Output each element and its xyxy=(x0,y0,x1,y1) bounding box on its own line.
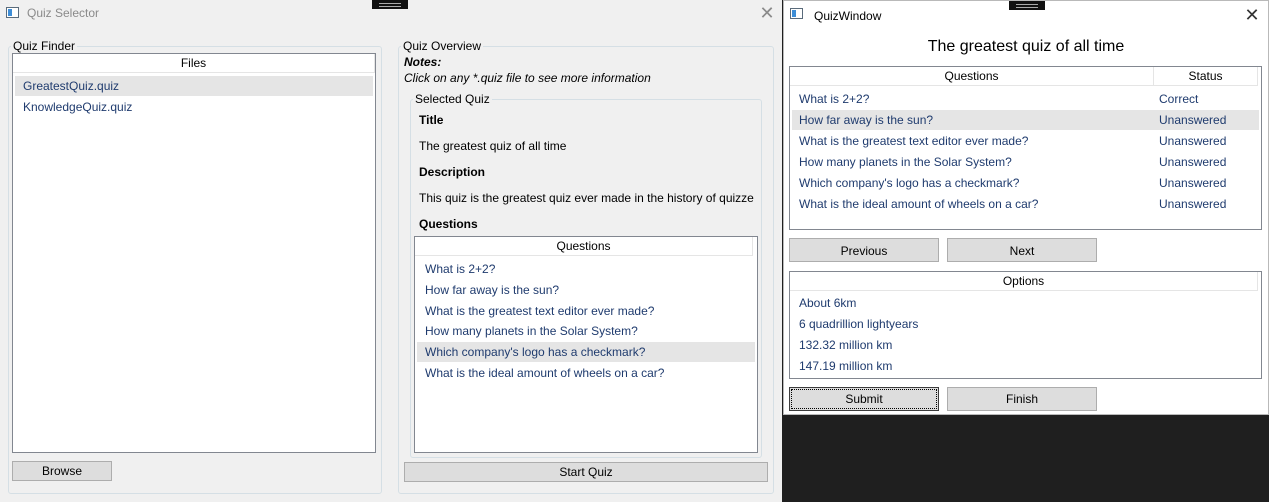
question-cell: How many planets in the Solar System? xyxy=(799,155,1012,169)
options-list[interactable]: Options About 6km 6 quadrillion lightyea… xyxy=(789,271,1262,379)
status-column-header[interactable]: Status xyxy=(1154,67,1258,86)
quiz-overview-legend: Quiz Overview xyxy=(403,39,482,53)
questions-label: Questions xyxy=(419,217,478,231)
question-cell: What is 2+2? xyxy=(799,92,870,106)
notes-label: Notes: xyxy=(404,55,442,69)
close-icon[interactable]: ✕ xyxy=(1242,5,1262,25)
question-item[interactable]: What is the ideal amount of wheels on a … xyxy=(417,363,755,383)
question-item-label: How many planets in the Solar System? xyxy=(425,324,638,338)
questions-column-header[interactable]: Questions xyxy=(790,67,1154,86)
file-item-label: KnowledgeQuiz.quiz xyxy=(23,100,133,114)
status-cell: Unanswered xyxy=(1159,113,1227,127)
question-item-label: What is 2+2? xyxy=(425,262,496,276)
question-item[interactable]: What is 2+2? xyxy=(417,259,755,279)
title-label: Title xyxy=(419,113,444,127)
question-status-grid[interactable]: Questions Status What is 2+2? Correct How… xyxy=(789,66,1262,230)
question-row[interactable]: How many planets in the Solar System? Una… xyxy=(792,152,1259,172)
question-item[interactable]: Which company's logo has a checkmark? xyxy=(417,342,755,362)
quiz-window: QuizWindow ✕ The greatest quiz of all ti… xyxy=(783,0,1269,415)
description-label: Description xyxy=(419,165,486,179)
files-column-header[interactable]: Files xyxy=(13,54,375,73)
status-cell: Unanswered xyxy=(1159,176,1227,190)
question-cell: What is the greatest text editor ever ma… xyxy=(799,134,1029,148)
question-row[interactable]: What is the greatest text editor ever ma… xyxy=(792,131,1259,151)
overview-questions-list[interactable]: Questions What is 2+2? How far away is t… xyxy=(414,236,758,453)
close-icon[interactable]: ✕ xyxy=(757,3,777,23)
question-item-label: Which company's logo has a checkmark? xyxy=(425,345,646,359)
files-list[interactable]: Files GreatestQuiz.quiz KnowledgeQuiz.qu… xyxy=(12,53,376,453)
file-item-greatestquiz[interactable]: GreatestQuiz.quiz xyxy=(15,76,373,96)
question-cell: Which company's logo has a checkmark? xyxy=(799,176,1020,190)
question-item-label: What is the greatest text editor ever ma… xyxy=(425,304,655,318)
quiz-finder-legend: Quiz Finder xyxy=(13,39,76,53)
option-item[interactable]: 6 quadrillion lightyears xyxy=(792,314,1259,334)
app-icon xyxy=(790,8,803,19)
title-bar: QuizWindow ✕ xyxy=(784,1,1268,29)
status-cell: Correct xyxy=(1159,92,1199,106)
title-bar: Quiz Selector ✕ xyxy=(0,0,782,28)
options-column-header[interactable]: Options xyxy=(790,272,1258,291)
option-item[interactable]: About 6km xyxy=(792,293,1259,313)
browse-button[interactable]: Browse xyxy=(12,461,112,481)
snap-layout-handle[interactable] xyxy=(1009,1,1045,10)
status-cell: Unanswered xyxy=(1159,134,1227,148)
question-cell: What is the ideal amount of wheels on a … xyxy=(799,197,1039,211)
file-item-knowledgequiz[interactable]: KnowledgeQuiz.quiz xyxy=(15,97,373,117)
description-value: This quiz is the greatest quiz ever made… xyxy=(419,191,754,205)
submit-button[interactable]: Submit xyxy=(789,387,939,411)
selected-quiz-legend: Selected Quiz xyxy=(415,92,490,106)
question-item-label: How far away is the sun? xyxy=(425,283,560,297)
status-cell: Unanswered xyxy=(1159,155,1227,169)
question-row[interactable]: What is the ideal amount of wheels on a … xyxy=(792,194,1259,214)
window-title: Quiz Selector xyxy=(27,6,100,20)
option-item[interactable]: 132.32 million km xyxy=(792,335,1259,355)
option-label: 6 quadrillion lightyears xyxy=(799,317,919,331)
question-item[interactable]: How far away is the sun? xyxy=(417,280,755,300)
question-item[interactable]: What is the greatest text editor ever ma… xyxy=(417,301,755,321)
window-title: QuizWindow xyxy=(814,9,882,23)
questions-column-header[interactable]: Questions xyxy=(415,237,753,256)
question-row[interactable]: What is 2+2? Correct xyxy=(792,89,1259,109)
option-item[interactable]: 147.19 million km xyxy=(792,356,1259,376)
status-cell: Unanswered xyxy=(1159,197,1227,211)
title-value: The greatest quiz of all time xyxy=(419,139,567,153)
option-label: About 6km xyxy=(799,296,857,310)
question-item-label: What is the ideal amount of wheels on a … xyxy=(425,366,665,380)
question-row[interactable]: Which company's logo has a checkmark? Una… xyxy=(792,173,1259,193)
snap-layout-handle[interactable] xyxy=(372,0,408,9)
option-label: 132.32 million km xyxy=(799,338,893,352)
quiz-selector-window: Quiz Selector ✕ Quiz Finder Files Greate… xyxy=(0,0,782,502)
question-cell: How far away is the sun? xyxy=(799,113,934,127)
next-button[interactable]: Next xyxy=(947,238,1097,262)
question-item[interactable]: How many planets in the Solar System? xyxy=(417,321,755,341)
quiz-heading: The greatest quiz of all time xyxy=(927,38,1125,55)
start-quiz-button[interactable]: Start Quiz xyxy=(404,462,768,482)
app-icon xyxy=(6,7,19,18)
file-item-label: GreatestQuiz.quiz xyxy=(23,79,120,93)
finish-button[interactable]: Finish xyxy=(947,387,1097,411)
question-row[interactable]: How far away is the sun? Unanswered xyxy=(792,110,1259,130)
option-label: 147.19 million km xyxy=(799,359,893,373)
previous-button[interactable]: Previous xyxy=(789,238,939,262)
notes-text: Click on any *.quiz file to see more inf… xyxy=(404,71,651,85)
